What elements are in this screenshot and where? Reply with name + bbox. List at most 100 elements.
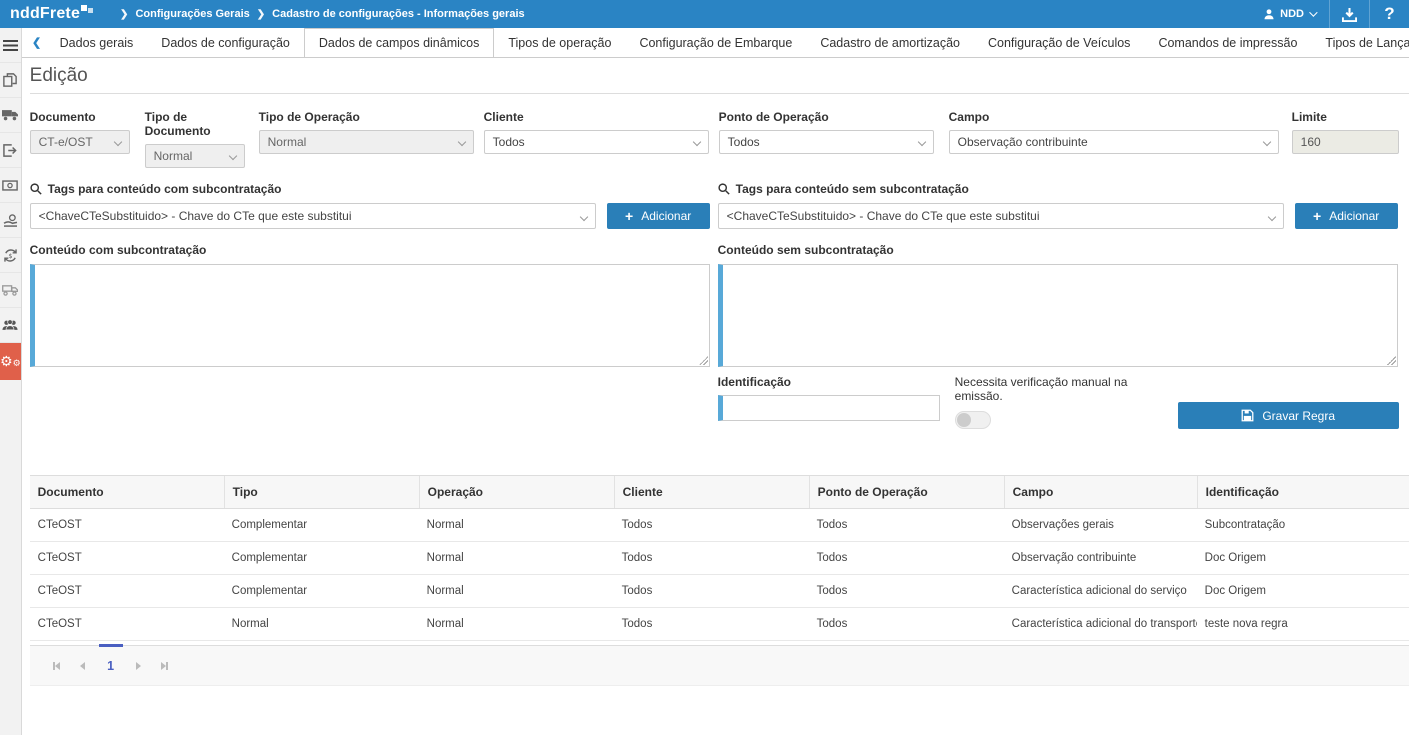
col-identificacao[interactable]: Identificação xyxy=(1197,476,1409,508)
resize-handle[interactable] xyxy=(699,356,708,365)
tab-cadastro-de-amortizacao[interactable]: Cadastro de amortização xyxy=(806,28,974,57)
breadcrumb-item: Cadastro de configurações - Informações … xyxy=(272,8,524,20)
sidebar-item-currency-exchange[interactable]: $ xyxy=(0,238,21,273)
chevron-down-icon xyxy=(113,138,121,146)
tab-dados-de-configuracao[interactable]: Dados de configuração xyxy=(147,28,304,57)
documento-select[interactable]: CT-e/OST xyxy=(30,130,130,154)
ponto-operacao-label: Ponto de Operação xyxy=(719,110,934,124)
limpar-button[interactable]: Limpar xyxy=(30,455,1409,467)
chevron-down-icon xyxy=(457,138,465,146)
conteudo-com-textarea[interactable] xyxy=(30,264,710,367)
tab-dados-de-campos-dinamicos[interactable]: Dados de campos dinâmicos xyxy=(304,28,495,58)
cell: CTeOST xyxy=(30,509,224,541)
cell: CTeOST xyxy=(30,608,224,640)
gravar-regra-button[interactable]: Gravar Regra xyxy=(1178,402,1399,429)
campo-label: Campo xyxy=(949,110,1279,124)
sidebar-item-truck[interactable] xyxy=(0,98,21,133)
cell: Complementar xyxy=(224,575,419,607)
tab-comandos-de-impressao[interactable]: Comandos de impressão xyxy=(1144,28,1311,57)
sidebar-item-documents[interactable] xyxy=(0,63,21,98)
money-icon xyxy=(2,180,18,191)
adicionar-sem-button[interactable]: +Adicionar xyxy=(1295,203,1398,229)
documento-value: CT-e/OST xyxy=(39,135,93,149)
limite-input[interactable] xyxy=(1292,130,1399,154)
col-campo[interactable]: Campo xyxy=(1004,476,1197,508)
logo-icon xyxy=(81,5,93,17)
adicionar-label: Adicionar xyxy=(641,209,691,223)
campo-select[interactable]: Observação contribuinte xyxy=(949,130,1279,154)
tab-label: Cadastro de amortização xyxy=(820,36,960,50)
cell: Doc Origem xyxy=(1197,542,1409,574)
verificacao-toggle[interactable] xyxy=(955,411,991,429)
resize-handle[interactable] xyxy=(1387,356,1396,365)
tab-tipos-de-operacao[interactable]: Tipos de operação xyxy=(494,28,625,57)
pager-prev-button[interactable] xyxy=(70,653,96,679)
documents-icon xyxy=(3,73,17,87)
documento-label: Documento xyxy=(30,110,130,124)
app-logo[interactable]: nddFrete xyxy=(0,5,99,23)
pager-last-button[interactable] xyxy=(152,653,178,679)
user-menu[interactable]: NDD xyxy=(1249,0,1329,28)
col-ponto-operacao[interactable]: Ponto de Operação xyxy=(809,476,1004,508)
table-row[interactable]: CTeOSTComplementarNormalTodosTodosObserv… xyxy=(30,509,1409,542)
app-logo-text: nddFrete xyxy=(10,5,80,22)
tab-dados-gerais[interactable]: Dados gerais xyxy=(46,28,148,57)
ponto-operacao-select[interactable]: Todos xyxy=(719,130,934,154)
tab-configuracao-de-veiculos[interactable]: Configuração de Veículos xyxy=(974,28,1144,57)
chevron-down-icon xyxy=(1267,213,1275,221)
pager-page-1[interactable]: 1 xyxy=(96,659,126,673)
help-button[interactable]: ? xyxy=(1369,0,1409,28)
identificacao-input[interactable] xyxy=(718,395,940,421)
tipo-operacao-value: Normal xyxy=(268,135,307,149)
sidebar-item-settings-active[interactable]: ⚙⚙ xyxy=(0,343,21,380)
cell: Normal xyxy=(419,608,614,640)
tags-com-value: <ChaveCTeSubstituido> - Chave do CTe que… xyxy=(39,209,352,223)
page-title: Edição xyxy=(30,58,1409,94)
col-tipo[interactable]: Tipo xyxy=(224,476,419,508)
col-cliente[interactable]: Cliente xyxy=(614,476,809,508)
sidebar-item-export[interactable] xyxy=(0,133,21,168)
adicionar-com-button[interactable]: +Adicionar xyxy=(607,203,710,229)
cell: Todos xyxy=(614,542,809,574)
sidebar-item-money[interactable] xyxy=(0,168,21,203)
breadcrumb-item[interactable]: Configurações Gerais xyxy=(135,8,249,20)
tags-com-select[interactable]: <ChaveCTeSubstituido> - Chave do CTe que… xyxy=(30,203,596,229)
col-documento[interactable]: Documento xyxy=(30,476,224,508)
sidebar-item-hand-coin[interactable] xyxy=(0,203,21,238)
filter-form-row: Documento CT-e/OST Tipo de Documento Nor… xyxy=(30,110,1409,168)
chevron-down-icon xyxy=(917,138,925,146)
table-row[interactable]: CTeOSTComplementarNormalTodosTodosCaract… xyxy=(30,575,1409,608)
export-icon xyxy=(3,144,17,157)
table-row[interactable]: CTeOSTNormalNormalTodosTodosCaracterísti… xyxy=(30,608,1409,641)
conteudo-sem-label: Conteúdo sem subcontratação xyxy=(718,243,1398,257)
cliente-select[interactable]: Todos xyxy=(484,130,709,154)
chevron-down-icon xyxy=(228,152,236,160)
tab-configuracao-de-embarque[interactable]: Configuração de Embarque xyxy=(625,28,806,57)
cell: Normal xyxy=(224,608,419,640)
tipo-operacao-select[interactable]: Normal xyxy=(259,130,474,154)
cliente-value: Todos xyxy=(493,135,525,149)
sidebar-item-delivery-truck[interactable] xyxy=(0,273,21,308)
breadcrumb-chevron-icon: ❯ xyxy=(257,9,265,20)
pager-first-button[interactable] xyxy=(44,653,70,679)
tags-sem-select[interactable]: <ChaveCTeSubstituido> - Chave do CTe que… xyxy=(718,203,1284,229)
breadcrumb-chevron-icon: ❯ xyxy=(120,9,128,20)
tab-tipos-de-lancamentos[interactable]: Tipos de Lançamentos xyxy=(1311,28,1409,57)
cell: Subcontratação xyxy=(1197,509,1409,541)
cell: Todos xyxy=(809,575,1004,607)
cell: Complementar xyxy=(224,509,419,541)
pager-next-button[interactable] xyxy=(126,653,152,679)
chevron-down-icon xyxy=(1309,8,1317,16)
table-row[interactable]: CTeOSTComplementarNormalTodosTodosObserv… xyxy=(30,542,1409,575)
chevron-down-icon xyxy=(692,138,700,146)
tipo-documento-select[interactable]: Normal xyxy=(145,144,245,168)
sidebar-menu-button[interactable] xyxy=(0,28,21,63)
tab-label: Dados de configuração xyxy=(161,36,290,50)
table-body: CTeOSTComplementarNormalTodosTodosObserv… xyxy=(30,509,1409,645)
tabs-scroll-left-button[interactable]: ❮ xyxy=(28,28,46,57)
sidebar-item-users[interactable] xyxy=(0,308,21,343)
cell: Característica adicional do serviço xyxy=(1004,575,1197,607)
download-button[interactable] xyxy=(1329,0,1369,28)
col-operacao[interactable]: Operação xyxy=(419,476,614,508)
conteudo-sem-textarea[interactable] xyxy=(718,264,1398,367)
